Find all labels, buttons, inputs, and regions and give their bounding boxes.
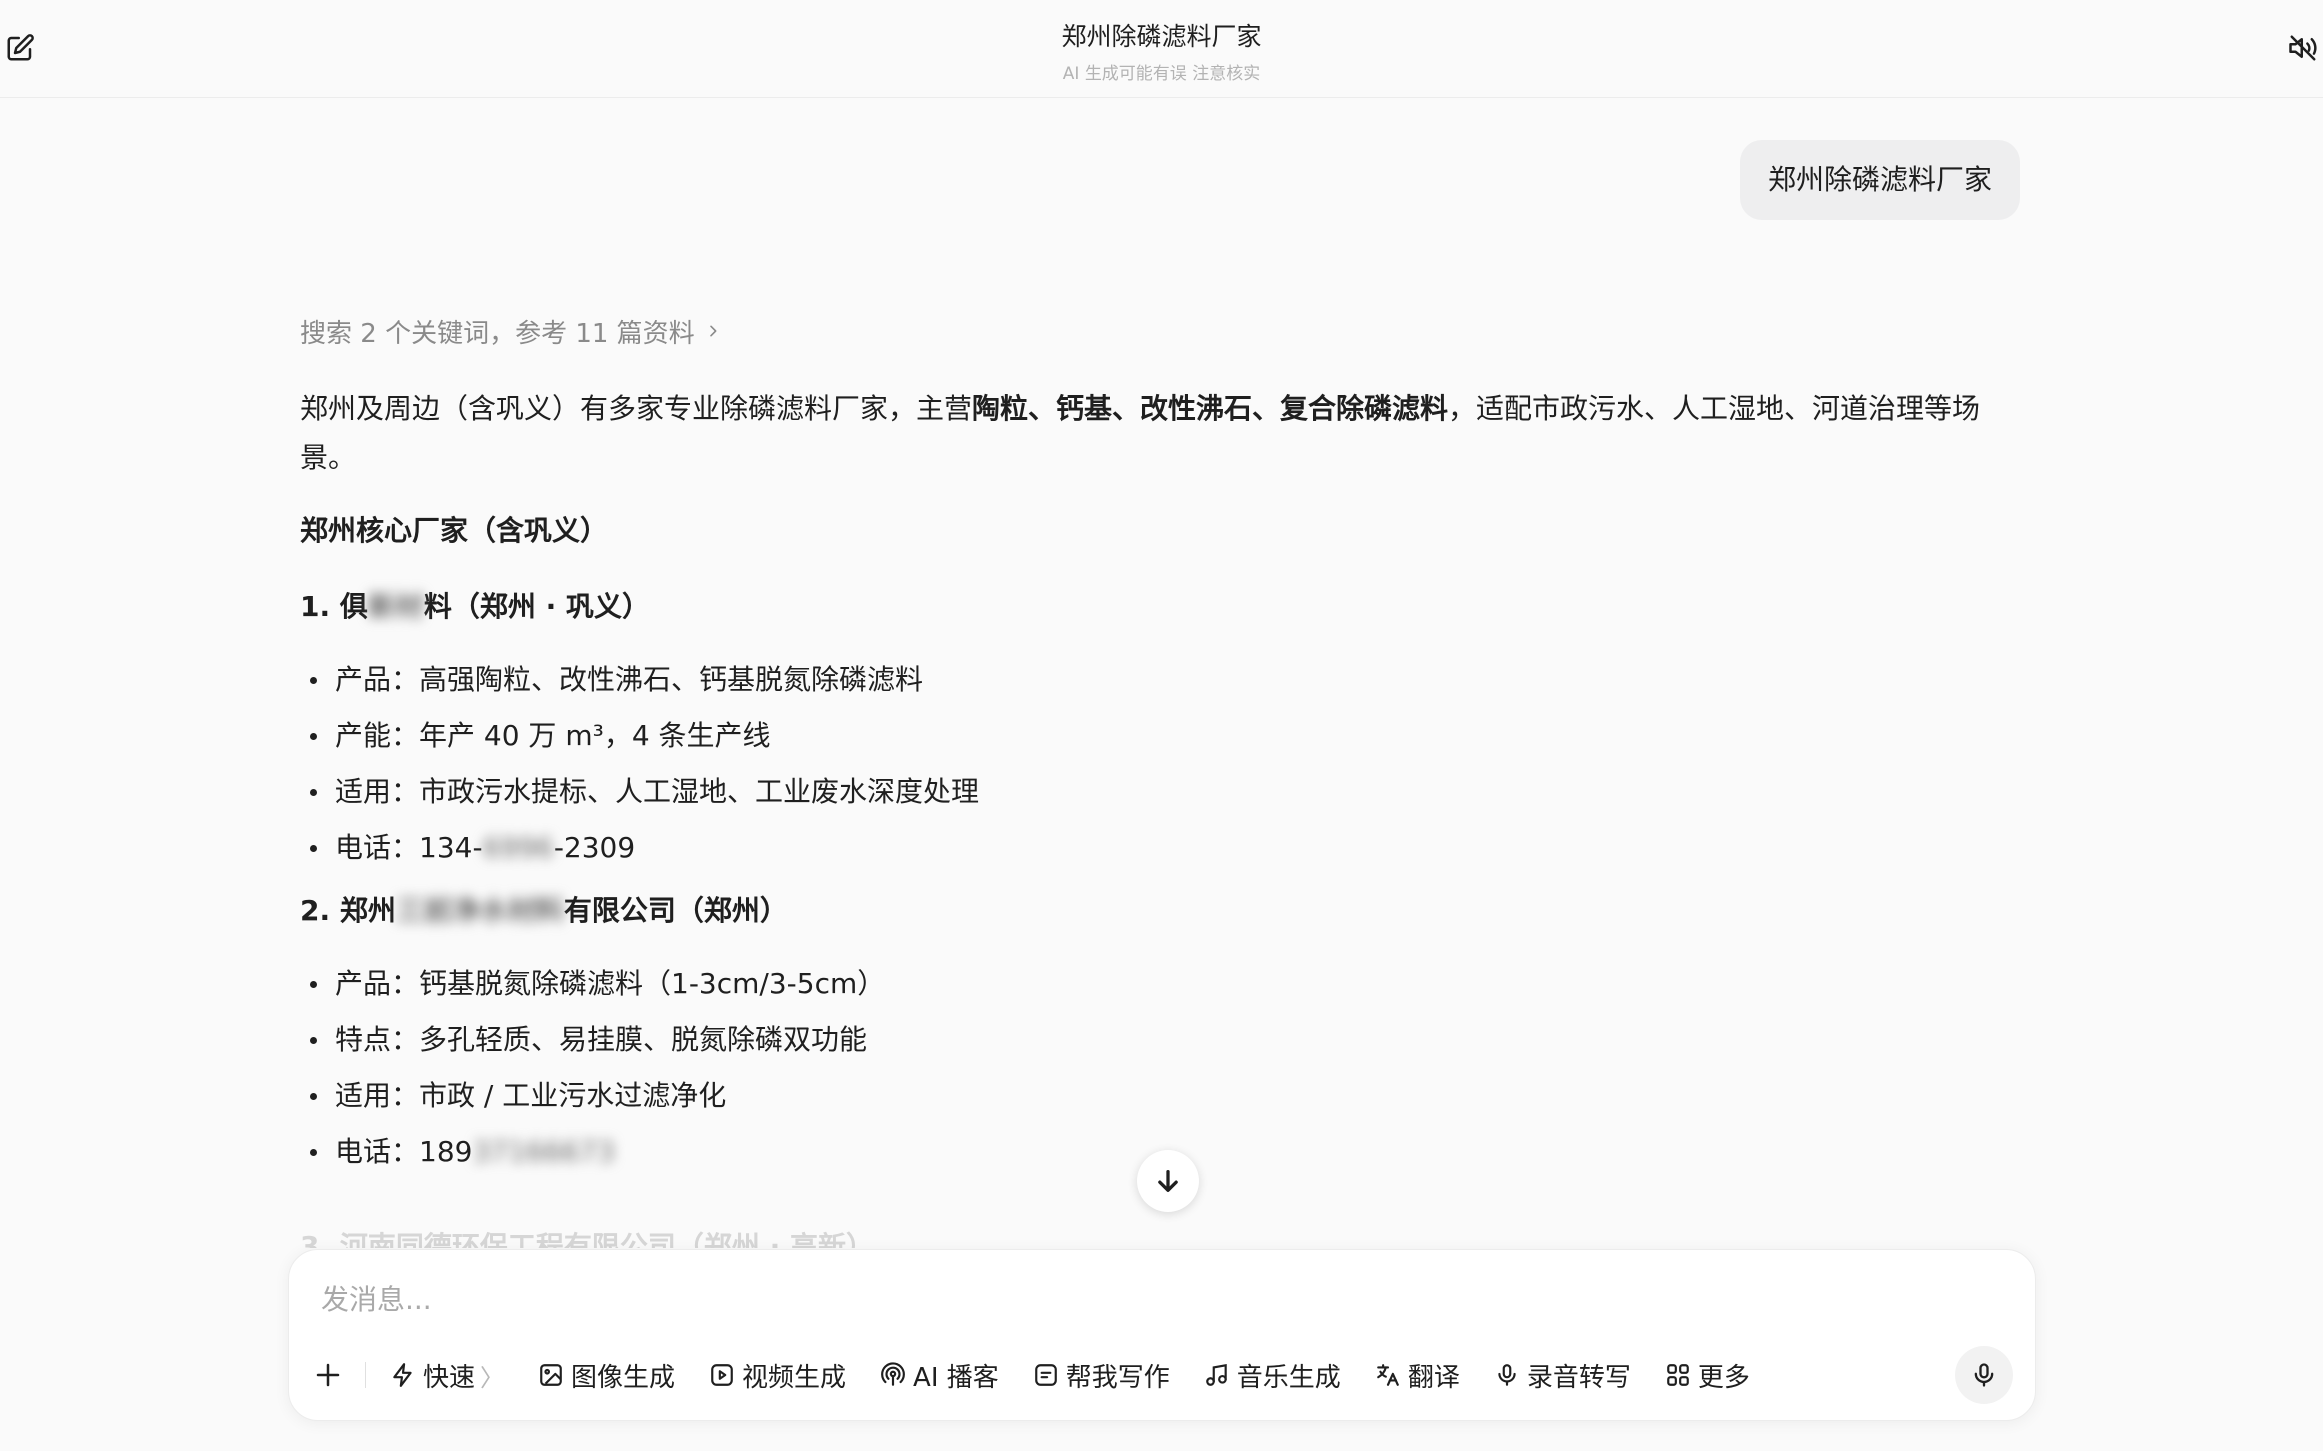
mic-icon [1498, 1364, 1516, 1386]
image-icon [540, 1364, 562, 1386]
voice-input-button[interactable] [1955, 1346, 2013, 1404]
quick-mode-button[interactable]: 快速 〉 [390, 1350, 504, 1400]
company-2-details: 产品：钙基脱氮除磷滤料（1-3cm/3-5cm） 特点：多孔轻质、易挂膜、脱氮除… [300, 956, 2000, 1180]
toolbar-divider [365, 1362, 366, 1388]
write-icon [1034, 1364, 1057, 1386]
answer-intro-paragraph: 郑州及周边（含巩义）有多家专业除磷滤料厂家，主营陶粒、钙基、改性沸石、复合除磷滤… [300, 384, 2000, 482]
message-input[interactable]: 发消息... [321, 1278, 432, 1318]
section-title: 郑州核心厂家（含巩义） [300, 514, 609, 547]
message-composer: 发消息... 快速 〉 图像生成 视频生成 AI 播客 帮我写作 音乐生成 翻译… [288, 1249, 2036, 1421]
company-1-suffix: 料（郑州 · 巩义） [423, 590, 651, 623]
intro-text-1: 郑州及周边（含巩义）有多家专业除磷滤料厂家，主营 [300, 392, 973, 425]
company-1-blurred-name: 新材 [367, 590, 424, 623]
quick-mode-label: 快速 [423, 1362, 476, 1393]
company-3-title-partial: 3. 河南同德环保工程有限公司（郑州 · 高新） [300, 1230, 875, 1248]
list-item: 产品：钙基脱氮除磷滤料（1-3cm/3-5cm） [300, 956, 2000, 1012]
translate-label: 翻译 [1407, 1362, 1460, 1393]
more-tools-button[interactable]: 更多 [1665, 1350, 1750, 1400]
transcribe-recording-label: 录音转写 [1526, 1362, 1631, 1393]
video-generation-button[interactable]: 视频生成 [709, 1350, 846, 1400]
phone-blurred: 6996 [482, 831, 554, 864]
grid-icon [1667, 1364, 1689, 1386]
search-reference-text: 搜索 2 个关键词，参考 11 篇资料 [300, 318, 695, 349]
arrow-down-icon [1158, 1170, 1178, 1192]
company-2-suffix: 有限公司（郑州） [563, 894, 788, 927]
transcribe-recording-button[interactable]: 录音转写 [1494, 1350, 1631, 1400]
music-icon [1205, 1363, 1227, 1386]
conversation-title-block: 郑州除磷滤料厂家 AI 生成可能有误 注意核实 [0, 0, 2323, 84]
intro-bold-products: 陶粒、钙基、改性沸石、复合除磷滤料 [972, 392, 1449, 425]
list-item: 特点：多孔轻质、易挂膜、脱氮除磷双功能 [300, 1012, 2000, 1068]
ai-podcast-label: AI 播客 [913, 1362, 999, 1393]
translate-button[interactable]: 翻译 [1375, 1350, 1460, 1400]
company-1-details: 产品：高强陶粒、改性沸石、钙基脱氮除磷滤料 产能：年产 40 万 m³，4 条生… [300, 652, 2000, 876]
lightning-icon [393, 1363, 412, 1387]
chevron-right-icon [709, 325, 717, 337]
help-me-write-label: 帮我写作 [1065, 1362, 1170, 1393]
music-generation-button[interactable]: 音乐生成 [1204, 1350, 1341, 1400]
list-item: 产能：年产 40 万 m³，4 条生产线 [300, 708, 2000, 764]
phone-prefix: 电话：189 [335, 1135, 473, 1168]
plus-icon [316, 1363, 340, 1387]
add-attachment-button[interactable] [313, 1350, 343, 1400]
video-icon [711, 1364, 733, 1386]
company-2-prefix: 2. 郑州 [300, 894, 396, 927]
image-generation-button[interactable]: 图像生成 [538, 1350, 675, 1400]
chevron-right-icon: 〉 [480, 1363, 505, 1392]
ai-disclaimer: AI 生成可能有误 注意核实 [1062, 64, 1261, 84]
help-me-write-button[interactable]: 帮我写作 [1033, 1350, 1170, 1400]
company-1-title: 1. 俱新材料（郑州 · 巩义） [300, 582, 2000, 632]
list-item-phone: 电话：134-6996-2309 [300, 820, 2000, 876]
translate-icon [1376, 1364, 1399, 1386]
more-tools-label: 更多 [1697, 1362, 1750, 1393]
company-1-prefix: 1. 俱 [300, 590, 368, 623]
assistant-answer: 搜索 2 个关键词，参考 11 篇资料 郑州及周边（含巩义）有多家专业除磷滤料厂… [300, 308, 2000, 1180]
search-reference-link[interactable]: 搜索 2 个关键词，参考 11 篇资料 [300, 308, 2000, 354]
composer-toolbar: 快速 〉 图像生成 视频生成 AI 播客 帮我写作 音乐生成 翻译 录音转写 更… [313, 1350, 1784, 1400]
podcast-icon [881, 1362, 905, 1386]
user-message-bubble: 郑州除磷滤料厂家 [1739, 140, 2020, 220]
conversation-title: 郑州除磷滤料厂家 [1061, 22, 1262, 51]
ai-podcast-button[interactable]: AI 播客 [880, 1350, 999, 1400]
speaker-muted-icon[interactable] [2285, 30, 2321, 66]
company-2-blurred-name: 三前净水材料 [395, 894, 564, 927]
image-generation-label: 图像生成 [571, 1362, 676, 1393]
phone-suffix: -2309 [553, 831, 636, 864]
list-item: 产品：高强陶粒、改性沸石、钙基脱氮除磷滤料 [300, 652, 2000, 708]
microphone-icon [1974, 1363, 1994, 1387]
top-bar: 郑州除磷滤料厂家 AI 生成可能有误 注意核实 [0, 0, 2323, 98]
phone-prefix: 电话：134- [335, 831, 483, 864]
music-generation-label: 音乐生成 [1236, 1362, 1341, 1393]
scroll-to-bottom-button[interactable] [1137, 1150, 1199, 1212]
list-item: 适用：市政污水提标、人工湿地、工业废水深度处理 [300, 764, 2000, 820]
video-generation-label: 视频生成 [742, 1362, 847, 1393]
phone-blurred: 37166673 [472, 1135, 615, 1168]
list-item: 适用：市政 / 工业污水过滤净化 [300, 1068, 2000, 1124]
company-2-title: 2. 郑州三前净水材料有限公司（郑州） [300, 886, 2000, 936]
